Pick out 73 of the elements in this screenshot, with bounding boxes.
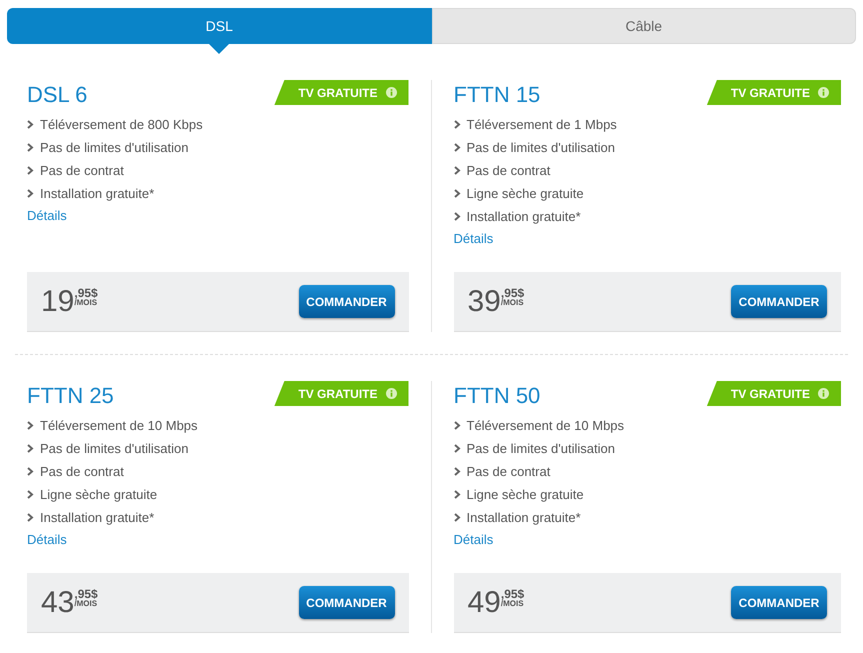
chevron-icon <box>27 490 34 499</box>
chevron-icon <box>454 421 460 430</box>
price-period: /MOIS <box>500 600 524 608</box>
details-link[interactable]: Détails <box>27 530 67 550</box>
price-period: /MOIS <box>74 600 98 608</box>
plan-title: FTTN 50 <box>454 385 540 407</box>
price-cents: ,95$ <box>500 588 524 600</box>
tv-badge: TV GRATUITE <box>274 80 408 105</box>
feature-text: Installation gratuite* <box>466 208 581 226</box>
chevron-icon <box>454 490 460 499</box>
chevron-icon <box>27 444 34 453</box>
info-icon[interactable] <box>818 87 829 98</box>
feature-text: Ligne sèche gratuite <box>466 184 584 203</box>
info-icon[interactable] <box>386 87 396 98</box>
feature-text: Téléversement de 1 Mbps <box>466 116 617 134</box>
plan-title: FTTN 25 <box>27 385 114 407</box>
plan-title: FTTN 15 <box>454 84 540 106</box>
price-cents: ,95$ <box>500 286 524 298</box>
feature-text: Ligne sèche gratuite <box>466 486 584 504</box>
price-period: /MOIS <box>500 298 524 306</box>
price-amount: 43 <box>41 588 74 618</box>
feature-text: Pas de contrat <box>40 162 124 180</box>
order-button[interactable]: COMMANDER <box>731 285 827 318</box>
chevron-icon <box>27 513 34 522</box>
chevron-icon <box>454 143 460 152</box>
tab-pointer <box>209 44 230 54</box>
price-amount: 19 <box>41 286 74 316</box>
chevron-icon <box>27 120 34 129</box>
feature-text: Pas de contrat <box>40 462 124 481</box>
plan-title: DSL 6 <box>27 84 88 106</box>
details-link[interactable]: Détails <box>27 206 67 226</box>
chevron-icon <box>454 513 460 522</box>
chevron-icon <box>27 189 34 198</box>
info-icon[interactable] <box>386 388 396 399</box>
chevron-icon <box>27 467 34 476</box>
tv-badge: TV GRATUITE <box>706 80 841 105</box>
tv-badge: TV GRATUITE <box>706 381 841 406</box>
order-button[interactable]: COMMANDER <box>298 586 394 619</box>
feature-text: Téléversement de 10 Mbps <box>40 416 198 435</box>
feature-text: Téléversement de 800 Kbps <box>40 116 203 134</box>
order-button[interactable]: COMMANDER <box>731 586 827 619</box>
chevron-icon <box>27 166 34 175</box>
feature-text: Installation gratuite* <box>40 508 154 527</box>
order-button[interactable]: COMMANDER <box>298 285 394 318</box>
chevron-icon <box>454 120 460 129</box>
tab[interactable]: DSL <box>7 8 432 44</box>
tab[interactable]: Câble <box>432 8 856 44</box>
details-link[interactable]: Détails <box>454 530 494 550</box>
info-icon[interactable] <box>818 388 829 399</box>
price-period: /MOIS <box>74 298 98 306</box>
feature-text: Ligne sèche gratuite <box>40 486 158 504</box>
tv-badge: TV GRATUITE <box>274 381 408 406</box>
chevron-icon <box>454 444 460 453</box>
price-cents: ,95$ <box>74 588 98 600</box>
feature-text: Pas de limites d'utilisation <box>40 138 188 157</box>
chevron-icon <box>454 467 460 476</box>
chevron-icon <box>27 143 34 152</box>
feature-text: Téléversement de 10 Mbps <box>466 416 624 435</box>
price-amount: 39 <box>468 286 501 316</box>
feature-text: Pas de limites d'utilisation <box>40 440 188 458</box>
feature-text: Pas de limites d'utilisation <box>466 440 615 458</box>
feature-text: Pas de contrat <box>466 162 550 180</box>
feature-text: Installation gratuite* <box>466 508 581 527</box>
price-amount: 49 <box>468 588 501 618</box>
details-link[interactable]: Détails <box>454 229 494 248</box>
chevron-icon <box>454 212 460 221</box>
feature-text: Installation gratuite* <box>40 184 154 203</box>
price-cents: ,95$ <box>74 286 98 298</box>
chevron-icon <box>454 166 460 175</box>
chevron-icon <box>27 421 34 430</box>
feature-text: Pas de limites d'utilisation <box>466 138 615 157</box>
feature-text: Pas de contrat <box>466 462 550 481</box>
chevron-icon <box>454 189 460 198</box>
